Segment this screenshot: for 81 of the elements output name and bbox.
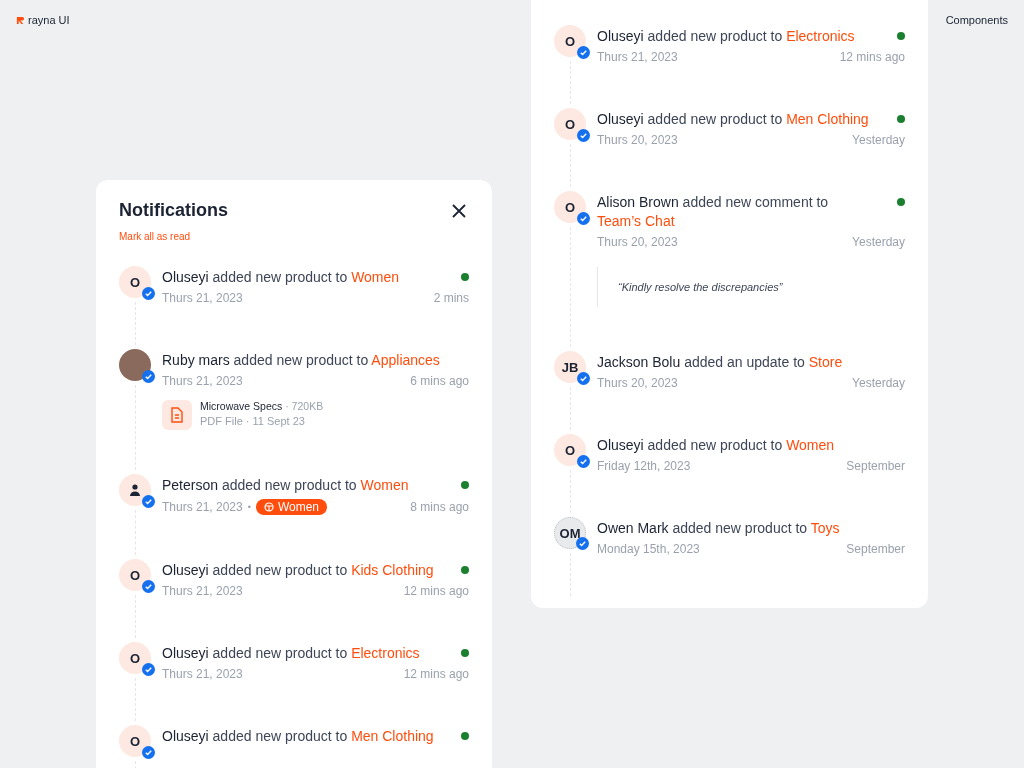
time-text: 12 mins ago bbox=[403, 584, 469, 598]
verified-check-icon bbox=[576, 537, 589, 550]
time-text: September bbox=[846, 542, 905, 556]
file-details: PDF File · 11 Sept 23 bbox=[200, 415, 306, 427]
category-link[interactable]: Women bbox=[351, 269, 400, 285]
verified-check-icon bbox=[142, 580, 155, 593]
category-link[interactable]: Kids Clothing bbox=[351, 562, 434, 578]
components-link[interactable]: Components bbox=[945, 14, 1008, 27]
verified-check-icon bbox=[577, 212, 590, 225]
notification-text: Alison Brown added new comment to Team’s Chat bbox=[597, 193, 830, 231]
time-text: Yesterday bbox=[852, 133, 905, 147]
verified-check-icon bbox=[142, 746, 155, 759]
time-text: 12 mins ago bbox=[403, 667, 469, 681]
document-icon bbox=[162, 400, 192, 430]
close-icon[interactable] bbox=[452, 203, 466, 218]
verified-check-icon bbox=[577, 129, 590, 142]
verified-check-icon bbox=[577, 455, 590, 468]
notification-text: Oluseyi added new product to Women bbox=[162, 268, 400, 287]
unread-dot bbox=[461, 481, 469, 489]
logo-icon bbox=[16, 15, 25, 25]
category-link[interactable]: Electronics bbox=[786, 28, 855, 44]
tag-label: Women bbox=[277, 500, 319, 514]
date-text: Thurs 20, 2023 bbox=[597, 376, 678, 390]
category-link[interactable]: Appliances bbox=[371, 352, 440, 368]
verified-check-icon bbox=[577, 372, 590, 385]
category-icon bbox=[263, 502, 274, 512]
notification-text: Oluseyi added new product to Women bbox=[597, 436, 835, 455]
unread-dot bbox=[897, 32, 905, 40]
category-link[interactable]: Electronics bbox=[351, 645, 420, 661]
category-link[interactable]: Women bbox=[360, 477, 409, 493]
comment-quote: “Kindly resolve the discrepancies” bbox=[618, 281, 783, 293]
notification-text: Ruby mars added new product to Appliances bbox=[162, 351, 440, 370]
date-text: Thurs 21, 2023 bbox=[162, 584, 243, 598]
notification-text: Oluseyi added new product to Men Clothing bbox=[162, 727, 434, 746]
brand-name: rayna UI bbox=[28, 14, 70, 26]
notification-text: Peterson added new product to Women bbox=[162, 476, 409, 495]
category-link[interactable]: Team’s Chat bbox=[597, 213, 675, 229]
category-link[interactable]: Men Clothing bbox=[351, 728, 434, 744]
unread-dot bbox=[461, 273, 469, 281]
mark-all-read-link[interactable]: Mark all as read bbox=[119, 231, 191, 242]
time-text: Yesterday bbox=[852, 235, 905, 249]
notification-text: Oluseyi added new product to Electronics bbox=[162, 644, 420, 663]
file-name: Microwave Specs · 720KB bbox=[200, 400, 324, 412]
category-link[interactable]: Men Clothing bbox=[786, 111, 869, 127]
unread-dot bbox=[897, 198, 905, 206]
date-text: Monday 15th, 2023 bbox=[597, 542, 700, 556]
date-text: Thurs 20, 2023 bbox=[597, 133, 678, 147]
verified-check-icon bbox=[142, 287, 155, 300]
date-text: Thurs 21, 2023 bbox=[597, 50, 678, 64]
date-text: Thurs 20, 2023 bbox=[597, 235, 678, 249]
time-text: Yesterday bbox=[852, 376, 905, 390]
category-link[interactable]: Women bbox=[786, 437, 835, 453]
time-text: 12 mins ago bbox=[839, 50, 905, 64]
date-text: Thurs 21, 2023 bbox=[162, 291, 243, 305]
avatar: OM bbox=[554, 517, 586, 549]
notification-text: Oluseyi added new product to Men Clothing bbox=[597, 110, 869, 129]
time-text: 2 mins bbox=[433, 291, 469, 305]
person-icon bbox=[130, 484, 140, 496]
panel-title: Notifications bbox=[119, 200, 228, 221]
time-text: 6 mins ago bbox=[410, 374, 469, 388]
category-link[interactable]: Toys bbox=[810, 520, 840, 536]
category-link[interactable]: Store bbox=[808, 354, 843, 370]
unread-dot bbox=[897, 115, 905, 123]
time-text: 8 mins ago bbox=[410, 500, 469, 514]
date-text: Friday 12th, 2023 bbox=[597, 459, 691, 473]
notification-text: Oluseyi added new product to Kids Clothing bbox=[162, 561, 434, 580]
separator-dot: • bbox=[247, 502, 251, 512]
notification-text: Jackson Bolu added an update to Store bbox=[597, 353, 843, 372]
verified-check-icon bbox=[142, 663, 155, 676]
unread-dot bbox=[461, 566, 469, 574]
notification-text: Oluseyi added new product to Electronics bbox=[597, 27, 855, 46]
verified-check-icon bbox=[142, 495, 155, 508]
verified-check-icon bbox=[142, 370, 155, 383]
time-text: September bbox=[846, 459, 905, 473]
verified-check-icon bbox=[577, 46, 590, 59]
date-text: Thurs 21, 2023 bbox=[162, 374, 243, 388]
unread-dot bbox=[461, 732, 469, 740]
date-text: Thurs 21, 2023 bbox=[162, 500, 243, 514]
notification-text: Owen Mark added new product to Toys bbox=[597, 519, 840, 538]
date-text: Thurs 21, 2023 bbox=[162, 667, 243, 681]
unread-dot bbox=[461, 649, 469, 657]
